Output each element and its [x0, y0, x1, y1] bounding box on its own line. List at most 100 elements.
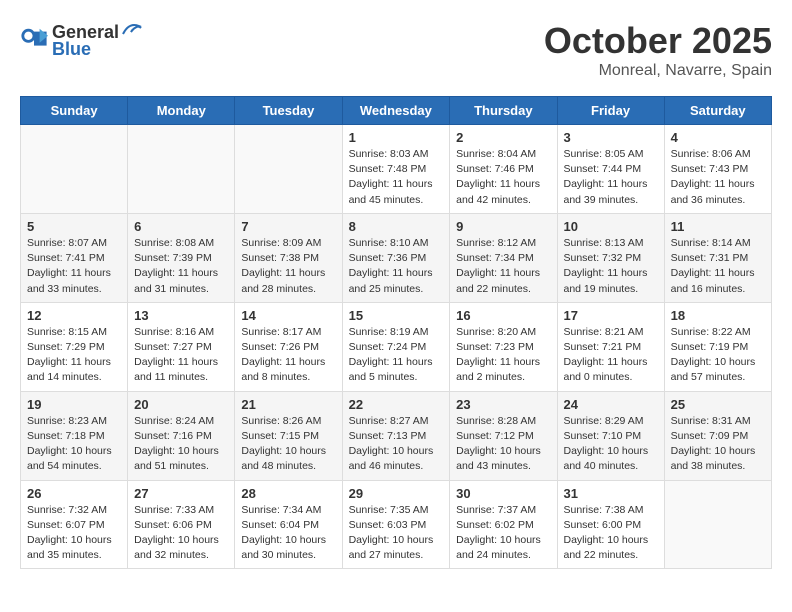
calendar-week-row: 19 Sunrise: 8:23 AM Sunset: 7:18 PM Dayli…	[21, 391, 772, 480]
calendar-cell: 29Sunrise: 7:35 AM Sunset: 6:03 PM Dayli…	[342, 480, 450, 569]
day-info: Sunrise: 8:26 AM Sunset: 7:15 PM Dayligh…	[241, 414, 335, 475]
day-info: Sunrise: 8:08 AM Sunset: 7:39 PM Dayligh…	[134, 236, 228, 297]
calendar-week-row: 1Sunrise: 8:03 AM Sunset: 7:48 PM Daylig…	[21, 125, 772, 214]
day-number: 24	[564, 397, 658, 412]
calendar-cell: 12Sunrise: 8:15 AM Sunset: 7:29 PM Dayli…	[21, 302, 128, 391]
day-info: Sunrise: 8:22 AM Sunset: 7:19 PM Dayligh…	[671, 325, 765, 386]
calendar-cell: 5Sunrise: 8:07 AM Sunset: 7:41 PM Daylig…	[21, 213, 128, 302]
day-info: Sunrise: 8:14 AM Sunset: 7:31 PM Dayligh…	[671, 236, 765, 297]
day-info: Sunrise: 8:27 AM Sunset: 7:13 PM Dayligh…	[349, 414, 444, 475]
day-number: 16	[456, 308, 550, 323]
day-number: 17	[564, 308, 658, 323]
day-info: Sunrise: 8:04 AM Sunset: 7:46 PM Dayligh…	[456, 147, 550, 208]
calendar-cell	[21, 125, 128, 214]
calendar-cell: 30 Sunrise: 7:37 AM Sunset: 6:02 PM Dayli…	[450, 480, 557, 569]
day-info: Sunrise: 8:12 AM Sunset: 7:34 PM Dayligh…	[456, 236, 550, 297]
calendar-cell: 15 Sunrise: 8:19 AM Sunset: 7:24 PM Dayli…	[342, 302, 450, 391]
calendar-cell: 24 Sunrise: 8:29 AM Sunset: 7:10 PM Dayli…	[557, 391, 664, 480]
day-info: Sunrise: 8:17 AM Sunset: 7:26 PM Dayligh…	[241, 325, 335, 386]
calendar-cell: 27 Sunrise: 7:33 AM Sunset: 6:06 PM Dayli…	[128, 480, 235, 569]
day-info: Sunrise: 7:33 AM Sunset: 6:06 PM Dayligh…	[134, 503, 228, 564]
weekday-header-sunday: Sunday	[21, 97, 128, 125]
day-number: 4	[671, 130, 765, 145]
day-info: Sunrise: 8:31 AM Sunset: 7:09 PM Dayligh…	[671, 414, 765, 475]
day-info: Sunrise: 7:35 AM Sunset: 6:03 PM Dayligh…	[349, 503, 444, 564]
day-number: 19	[27, 397, 121, 412]
calendar-cell	[235, 125, 342, 214]
calendar-cell: 10Sunrise: 8:13 AM Sunset: 7:32 PM Dayli…	[557, 213, 664, 302]
day-number: 2	[456, 130, 550, 145]
weekday-header-wednesday: Wednesday	[342, 97, 450, 125]
day-number: 15	[349, 308, 444, 323]
day-info: Sunrise: 7:37 AM Sunset: 6:02 PM Dayligh…	[456, 503, 550, 564]
calendar-cell: 18 Sunrise: 8:22 AM Sunset: 7:19 PM Dayli…	[664, 302, 771, 391]
calendar-cell: 16 Sunrise: 8:20 AM Sunset: 7:23 PM Dayli…	[450, 302, 557, 391]
day-number: 9	[456, 219, 550, 234]
calendar-cell: 26 Sunrise: 7:32 AM Sunset: 6:07 PM Dayli…	[21, 480, 128, 569]
calendar-cell: 9 Sunrise: 8:12 AM Sunset: 7:34 PM Daylig…	[450, 213, 557, 302]
day-number: 8	[349, 219, 444, 234]
logo-icon	[20, 26, 48, 54]
day-info: Sunrise: 8:21 AM Sunset: 7:21 PM Dayligh…	[564, 325, 658, 386]
page-header: General Blue October 2025 Monreal, Navar…	[20, 20, 772, 80]
day-info: Sunrise: 8:03 AM Sunset: 7:48 PM Dayligh…	[349, 147, 444, 208]
day-number: 3	[564, 130, 658, 145]
calendar-cell: 4 Sunrise: 8:06 AM Sunset: 7:43 PM Daylig…	[664, 125, 771, 214]
day-info: Sunrise: 7:34 AM Sunset: 6:04 PM Dayligh…	[241, 503, 335, 564]
day-number: 13	[134, 308, 228, 323]
day-info: Sunrise: 8:07 AM Sunset: 7:41 PM Dayligh…	[27, 236, 121, 297]
day-info: Sunrise: 8:10 AM Sunset: 7:36 PM Dayligh…	[349, 236, 444, 297]
day-number: 23	[456, 397, 550, 412]
weekday-header-thursday: Thursday	[450, 97, 557, 125]
calendar-cell: 31 Sunrise: 7:38 AM Sunset: 6:00 PM Dayli…	[557, 480, 664, 569]
month-title: October 2025	[544, 20, 772, 62]
weekday-header-monday: Monday	[128, 97, 235, 125]
day-info: Sunrise: 8:28 AM Sunset: 7:12 PM Dayligh…	[456, 414, 550, 475]
calendar-cell: 17 Sunrise: 8:21 AM Sunset: 7:21 PM Dayli…	[557, 302, 664, 391]
day-number: 22	[349, 397, 444, 412]
day-info: Sunrise: 8:09 AM Sunset: 7:38 PM Dayligh…	[241, 236, 335, 297]
day-number: 6	[134, 219, 228, 234]
day-number: 26	[27, 486, 121, 501]
weekday-header-saturday: Saturday	[664, 97, 771, 125]
calendar-cell: 6 Sunrise: 8:08 AM Sunset: 7:39 PM Daylig…	[128, 213, 235, 302]
day-info: Sunrise: 7:32 AM Sunset: 6:07 PM Dayligh…	[27, 503, 121, 564]
calendar-cell	[664, 480, 771, 569]
day-number: 31	[564, 486, 658, 501]
calendar-cell: 22 Sunrise: 8:27 AM Sunset: 7:13 PM Dayli…	[342, 391, 450, 480]
day-number: 7	[241, 219, 335, 234]
day-number: 28	[241, 486, 335, 501]
calendar-cell: 14 Sunrise: 8:17 AM Sunset: 7:26 PM Dayli…	[235, 302, 342, 391]
day-info: Sunrise: 8:29 AM Sunset: 7:10 PM Dayligh…	[564, 414, 658, 475]
weekday-header-row: SundayMondayTuesdayWednesdayThursdayFrid…	[21, 97, 772, 125]
day-info: Sunrise: 8:24 AM Sunset: 7:16 PM Dayligh…	[134, 414, 228, 475]
day-number: 27	[134, 486, 228, 501]
day-number: 30	[456, 486, 550, 501]
day-number: 21	[241, 397, 335, 412]
logo: General Blue	[20, 20, 145, 60]
calendar-cell: 20 Sunrise: 8:24 AM Sunset: 7:16 PM Dayli…	[128, 391, 235, 480]
day-info: Sunrise: 8:06 AM Sunset: 7:43 PM Dayligh…	[671, 147, 765, 208]
title-block: October 2025 Monreal, Navarre, Spain	[544, 20, 772, 80]
day-info: Sunrise: 7:38 AM Sunset: 6:00 PM Dayligh…	[564, 503, 658, 564]
day-info: Sunrise: 8:19 AM Sunset: 7:24 PM Dayligh…	[349, 325, 444, 386]
calendar-cell: 25Sunrise: 8:31 AM Sunset: 7:09 PM Dayli…	[664, 391, 771, 480]
day-info: Sunrise: 8:23 AM Sunset: 7:18 PM Dayligh…	[27, 414, 121, 475]
calendar-cell: 7 Sunrise: 8:09 AM Sunset: 7:38 PM Daylig…	[235, 213, 342, 302]
calendar-week-row: 12Sunrise: 8:15 AM Sunset: 7:29 PM Dayli…	[21, 302, 772, 391]
day-info: Sunrise: 8:05 AM Sunset: 7:44 PM Dayligh…	[564, 147, 658, 208]
location-title: Monreal, Navarre, Spain	[544, 62, 772, 80]
day-info: Sunrise: 8:20 AM Sunset: 7:23 PM Dayligh…	[456, 325, 550, 386]
calendar-cell: 8 Sunrise: 8:10 AM Sunset: 7:36 PM Daylig…	[342, 213, 450, 302]
logo-bird-icon	[121, 20, 143, 38]
weekday-header-tuesday: Tuesday	[235, 97, 342, 125]
day-info: Sunrise: 8:15 AM Sunset: 7:29 PM Dayligh…	[27, 325, 121, 386]
calendar-cell: 1Sunrise: 8:03 AM Sunset: 7:48 PM Daylig…	[342, 125, 450, 214]
calendar-cell: 3 Sunrise: 8:05 AM Sunset: 7:44 PM Daylig…	[557, 125, 664, 214]
day-number: 20	[134, 397, 228, 412]
day-number: 14	[241, 308, 335, 323]
weekday-header-friday: Friday	[557, 97, 664, 125]
day-number: 18	[671, 308, 765, 323]
calendar-table: SundayMondayTuesdayWednesdayThursdayFrid…	[20, 96, 772, 569]
day-info: Sunrise: 8:13 AM Sunset: 7:32 PM Dayligh…	[564, 236, 658, 297]
